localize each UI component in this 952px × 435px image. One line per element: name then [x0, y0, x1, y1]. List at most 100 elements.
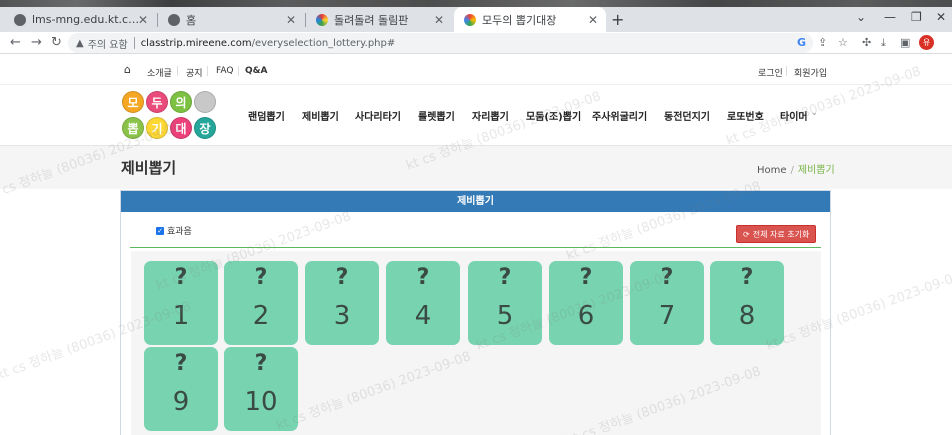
- signup-link[interactable]: 회원가입: [794, 66, 827, 79]
- lottery-card[interactable]: ? 1: [144, 261, 218, 345]
- browser-tab-lottery[interactable]: 모두의 뽑기대장 ✕: [454, 7, 606, 32]
- globe-icon: [14, 13, 26, 26]
- page-title: 제비뽑기: [121, 159, 177, 177]
- lottery-panel: 제비뽑기 ✓ 효과음 ⟳ 전체 자료 초기화 ? 1 ? 2 ? 3 ? 4 ? 5 ? 6…: [120, 190, 831, 435]
- nav-divider: [238, 66, 239, 76]
- checkbox-checked-icon[interactable]: ✓: [156, 226, 164, 235]
- menu-coin-toss[interactable]: 동전던지기: [664, 108, 710, 123]
- tab-title: lms-mng.edu.kt.co.kr:8443/mng: [32, 13, 142, 26]
- card-number: 1: [172, 301, 190, 331]
- sound-effect-label: 효과음: [167, 227, 192, 237]
- card-number: 9: [172, 387, 190, 417]
- close-tab-icon[interactable]: ✕: [286, 13, 296, 27]
- close-tab-icon[interactable]: ✕: [138, 13, 148, 27]
- card-number: 5: [496, 301, 514, 331]
- close-window-icon[interactable]: ✕: [936, 10, 946, 24]
- nav-link-qna[interactable]: Q&A: [245, 66, 267, 76]
- warning-icon[interactable]: ▲: [76, 38, 84, 49]
- reload-icon[interactable]: ↻: [51, 35, 62, 50]
- menu-random-pick[interactable]: 랜덤뽑기: [248, 108, 285, 123]
- security-label[interactable]: 주의 요함: [88, 36, 128, 51]
- globe-icon: [168, 13, 180, 26]
- lottery-card[interactable]: ? 3: [305, 261, 379, 345]
- question-mark: ?: [254, 265, 268, 290]
- site-logo[interactable]: 모 두 의 뽑 기 대 장: [120, 88, 218, 142]
- lottery-card[interactable]: ? 10: [224, 347, 298, 431]
- refresh-icon: ⟳: [743, 229, 750, 239]
- site-header: 모 두 의 뽑 기 대 장 랜덤뽑기 제비뽑기 사다리타기 룰렛뽑기 자리뽑기 …: [0, 85, 952, 145]
- card-number: 8: [738, 301, 756, 331]
- question-mark: ?: [174, 351, 188, 376]
- card-number: 6: [577, 301, 595, 331]
- browser-tab-strip: lms-mng.edu.kt.co.kr:8443/mng ✕ 홈 ✕ 돌려돌려…: [0, 0, 952, 32]
- address-bar[interactable]: ▲ 주의 요함 classtrip.mireene.com/everyselec…: [68, 33, 813, 53]
- logo-letter: 두: [146, 91, 168, 113]
- question-mark: ?: [660, 265, 674, 290]
- lottery-card[interactable]: ? 9: [144, 347, 218, 431]
- breadcrumb: Home / 제비뽑기: [757, 161, 835, 176]
- lottery-card[interactable]: ? 2: [224, 261, 298, 345]
- tab-title: 홈: [186, 13, 197, 27]
- logo-letter: [194, 91, 216, 113]
- nav-link-intro[interactable]: 소개글: [147, 66, 172, 79]
- breadcrumb-home[interactable]: Home: [757, 165, 787, 176]
- divider: [130, 247, 821, 248]
- share-icon[interactable]: ⇪: [818, 36, 827, 49]
- card-number: 10: [244, 387, 278, 417]
- restore-icon[interactable]: ❐: [911, 10, 922, 24]
- menu-roulette[interactable]: 룰렛뽑기: [418, 108, 455, 123]
- profile-avatar[interactable]: 유: [919, 35, 934, 50]
- bookmark-star-icon[interactable]: ☆: [838, 36, 848, 49]
- menu-dice[interactable]: 주사위굴리기: [592, 108, 647, 123]
- question-mark: ?: [498, 265, 512, 290]
- browser-tab-lms[interactable]: lms-mng.edu.kt.co.kr:8443/mng ✕: [4, 7, 156, 32]
- logo-letter: 대: [170, 117, 192, 139]
- browser-toolbar: ← → ↻ ▲ 주의 요함 classtrip.mireene.com/ever…: [0, 32, 952, 54]
- download-icon[interactable]: ⤓: [881, 36, 886, 50]
- forward-icon[interactable]: →: [31, 35, 42, 50]
- side-panel-icon[interactable]: ▣: [900, 36, 910, 49]
- close-tab-icon[interactable]: ✕: [588, 13, 598, 27]
- nav-divider: [177, 66, 178, 76]
- home-icon[interactable]: ⌂: [124, 63, 131, 76]
- browser-tab-roulette[interactable]: 돌려돌려 돌림판 ✕: [306, 7, 452, 32]
- lottery-card[interactable]: ? 6: [549, 261, 623, 345]
- lottery-card-grid: ? 1 ? 2 ? 3 ? 4 ? 5 ? 6 ? 7 ? 8 ? 9 ? 10: [131, 251, 821, 435]
- question-mark: ?: [740, 265, 754, 290]
- nav-link-notice[interactable]: 공지: [186, 66, 203, 79]
- sound-effect-toggle[interactable]: ✓ 효과음: [156, 224, 192, 237]
- menu-ladder[interactable]: 사다리타기: [355, 108, 401, 123]
- tab-search-icon[interactable]: ⌄: [856, 10, 866, 24]
- extensions-icon[interactable]: ✣: [862, 36, 871, 49]
- new-tab-button[interactable]: +: [611, 10, 624, 29]
- menu-timer[interactable]: 타이머: [780, 108, 808, 123]
- login-link[interactable]: 로그인: [758, 66, 783, 79]
- browser-tab-home[interactable]: 홈 ✕: [158, 7, 304, 32]
- reset-all-label: 전체 자료 초기화: [752, 229, 810, 239]
- back-icon[interactable]: ←: [10, 35, 21, 50]
- logo-letter: 뽑: [122, 117, 144, 139]
- tab-title: 모두의 뽑기대장: [482, 13, 557, 27]
- chevron-down-icon: ⌄: [811, 108, 818, 117]
- question-mark: ?: [335, 265, 349, 290]
- panel-heading: 제비뽑기: [121, 191, 830, 212]
- question-mark: ?: [579, 265, 593, 290]
- logo-letter: 장: [194, 117, 216, 139]
- lottery-card[interactable]: ? 8: [710, 261, 784, 345]
- menu-group-pick[interactable]: 모둠(조)뽑기: [526, 108, 581, 123]
- close-tab-icon[interactable]: ✕: [434, 13, 444, 27]
- minimize-icon[interactable]: —: [884, 10, 896, 24]
- lottery-card[interactable]: ? 7: [630, 261, 704, 345]
- menu-lotto[interactable]: 로또번호: [727, 108, 764, 123]
- menu-lottery[interactable]: 제비뽑기: [302, 108, 339, 123]
- nav-link-faq[interactable]: FAQ: [216, 66, 233, 76]
- reset-all-button[interactable]: ⟳ 전체 자료 초기화: [736, 225, 817, 243]
- lottery-card[interactable]: ? 5: [468, 261, 542, 345]
- tab-title: 돌려돌려 돌림판: [334, 13, 409, 27]
- lottery-card[interactable]: ? 4: [386, 261, 460, 345]
- question-mark: ?: [416, 265, 430, 290]
- menu-seat-pick[interactable]: 자리뽑기: [472, 108, 509, 123]
- nav-divider: [207, 66, 208, 76]
- google-translate-icon[interactable]: G: [797, 36, 806, 49]
- nav-divider: [786, 66, 787, 76]
